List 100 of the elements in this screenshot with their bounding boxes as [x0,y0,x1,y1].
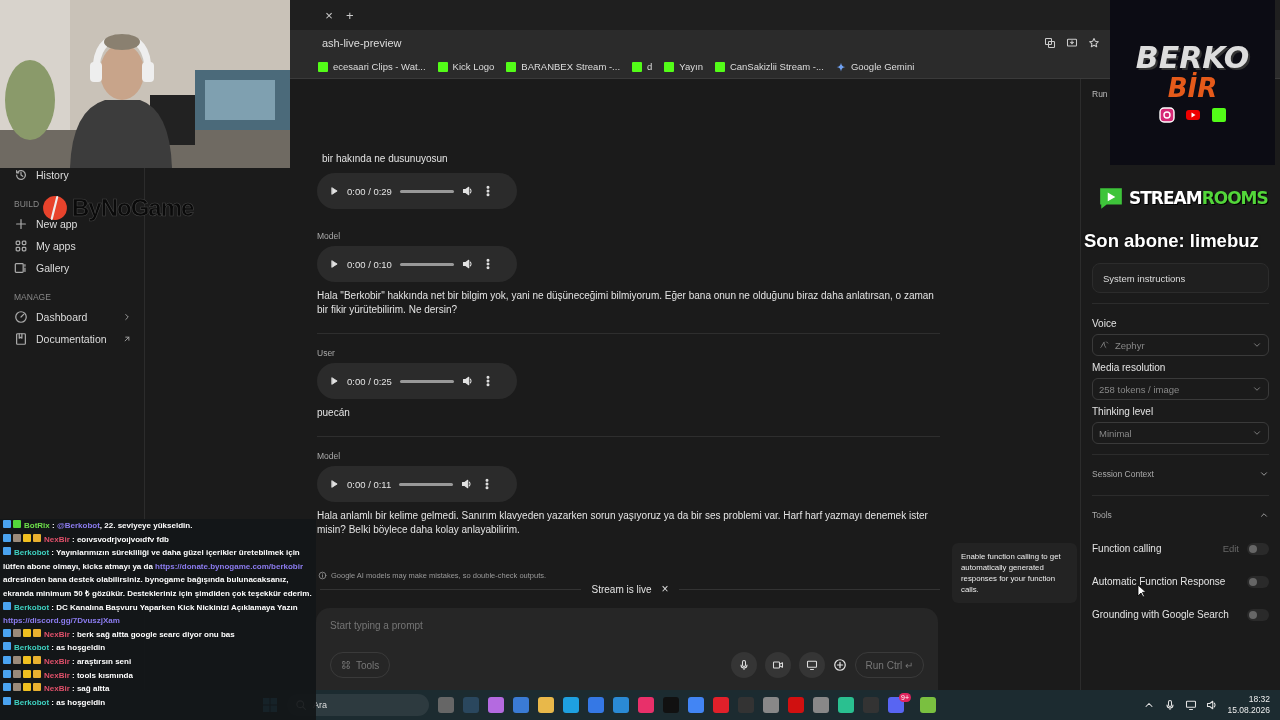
audio-seek-bar[interactable] [399,262,454,266]
volume-icon [461,375,474,387]
dropdown[interactable]: Minimal [1092,422,1269,444]
nav-item[interactable]: Documentation [36,333,114,345]
app-icon[interactable] [763,697,779,713]
nav-item[interactable]: New app [36,218,124,230]
app-icon[interactable] [588,697,604,713]
audio-seek-bar[interactable] [399,379,454,383]
app-icon[interactable] [713,697,729,713]
app-icon[interactable] [513,697,529,713]
chat-username[interactable]: Berkobot [14,643,50,653]
role-label: Model [317,231,342,241]
microphone-button[interactable] [730,652,757,678]
panel-title: Run [1092,89,1108,101]
app-icon[interactable] [663,697,679,713]
bookmark[interactable]: Google Gemini [850,61,915,72]
bookmark[interactable]: BARANBEX Stream -... [521,61,621,72]
audio-player[interactable]: 0:00 / 0:29 [317,173,517,209]
chat-username[interactable]: NexBir [44,656,70,666]
app-icon[interactable] [788,697,804,713]
chat-link[interactable]: https://donate.bynogame.com/berkobir [155,561,304,571]
clock-date: 15.08.2026 [1227,705,1270,716]
toggle-switch[interactable] [1247,575,1269,588]
tool-label: Grounding with Google Search [1092,609,1229,620]
chat-message: Berkobot : as hoşgeldin [3,641,314,655]
chat-username[interactable]: NexBir [44,629,70,639]
nav-item[interactable]: Dashboard [36,311,114,323]
bookmark[interactable]: Yayın [679,61,703,72]
audio-player[interactable]: 0:00 / 0:11 [317,466,517,502]
audio-time: 0:00 / 0:10 [347,258,392,270]
external-link-icon [122,334,132,344]
info-icon [318,571,327,580]
close-button[interactable]: × [661,582,669,596]
camera-button[interactable] [764,652,791,678]
chat-username[interactable]: NexBir [44,670,70,680]
app-icon[interactable] [838,697,854,713]
system-instructions-card[interactable]: System instructions [1092,263,1269,293]
history-icon [14,168,28,182]
app-icon[interactable] [463,697,479,713]
chat-link[interactable]: https://discord.gg/7DvuszjXam [3,616,120,626]
chat-username[interactable]: Berkobot [14,602,50,612]
chat-username[interactable]: NexBir [44,684,70,694]
chevron-down-icon [1252,428,1262,438]
chat-message: NexBir : sağ altta [3,682,314,696]
message-text: Hala anlamlı bir kelime gelmedi. Sanırım klavyeden yazarken sorun yaşıyoruz ya da bir ses problemi var. Harf harf yazmayı denemek ister misin? Belki böylece daha kolay anlayabilirim. [317,509,929,537]
display-icon [805,659,818,671]
grid-icon [14,239,28,253]
message-text: Hala "Berkobir" hakkında net bir bilgim yok, yani ne düşüneceğimi bilmiyorum. Eğer bana onun ne olduğunu biraz daha anlatırsan, o zaman bir fikir yürütebilirim. Ne dersin? [317,289,935,317]
audio-seek-bar[interactable] [399,482,454,486]
nav-item[interactable]: History [36,169,124,181]
channel-logo: BERKO BİR [1110,0,1275,165]
display-icon [1185,699,1198,711]
audio-seek-bar[interactable] [399,189,454,193]
chat-username[interactable]: BotRix [24,521,50,530]
app-icon[interactable] [688,697,704,713]
bookmark[interactable]: ecesaari Clips - Wat... [333,61,426,72]
screen-share-button[interactable] [798,652,825,678]
dropdown[interactable]: Zephyr [1092,334,1269,356]
speaker-icon [1206,699,1219,711]
nav-item[interactable]: My apps [36,240,124,252]
star-icon [1088,36,1100,49]
microphone-icon [1164,699,1177,711]
chat-username[interactable]: Berkobot [14,548,50,558]
role-label: Model [317,451,342,461]
bookmark[interactable]: d [647,61,653,72]
volume-icon [461,478,474,490]
tab-close-button[interactable]: × [322,7,336,23]
app-icon[interactable] [488,697,504,713]
microphone-icon [737,659,750,671]
last-subscriber-text: Son abone: limebuz [1084,230,1259,252]
app-icon[interactable] [538,697,554,713]
instagram-icon [1158,106,1175,123]
new-tab-button[interactable]: + [346,7,354,23]
toggle-switch[interactable] [1247,542,1269,555]
section-title[interactable]: Tools [1092,510,1112,520]
audio-time: 0:00 / 0:11 [347,478,392,490]
app-icon[interactable] [813,697,829,713]
install-icon [1066,36,1078,49]
gallery-icon [14,261,28,275]
dropdown[interactable]: 258 tokens / image [1092,378,1269,400]
section-header: BUILD [14,199,40,209]
audio-player[interactable]: 0:00 / 0:10 [317,246,517,282]
audio-player[interactable]: 0:00 / 0:25 [317,363,517,399]
toggle-switch[interactable] [1247,608,1269,621]
chat-username[interactable]: Berkobot [14,697,50,707]
bookmark[interactable]: CanSakizlii Stream -... [729,61,824,72]
prompt-input[interactable]: Start typing a prompt [330,620,924,631]
translate-icon [1044,36,1056,49]
chat-username[interactable]: NexBir [44,534,70,544]
app-icon[interactable] [613,697,629,713]
chat-message: NexBir : tools kısmında [3,668,314,683]
bookmark[interactable]: Kick Logo [452,61,495,72]
tool-label: Function calling [1092,543,1162,554]
app-icon[interactable] [920,697,936,713]
app-icon[interactable] [438,697,454,713]
app-icon[interactable] [563,697,579,713]
app-icon[interactable] [638,697,654,713]
nav-item[interactable]: Gallery [36,262,124,274]
section-title[interactable]: Session Context [1092,469,1154,479]
chat-message: Berkobot : Yayınlarımızın sürekliliği ve daha güzel içerikler üretebilmek için lütfen abone olmayı, kicks atmayı ya da https://donate.bynogame.com/berkobir adresinden bana destek olabilirsiniz. bynogame bağışında bulunacaksanız, ekranda minimum 50 ₺ gözükür. Destekleriniz için şimdiden çok teşekkür ederim. [3,546,313,600]
